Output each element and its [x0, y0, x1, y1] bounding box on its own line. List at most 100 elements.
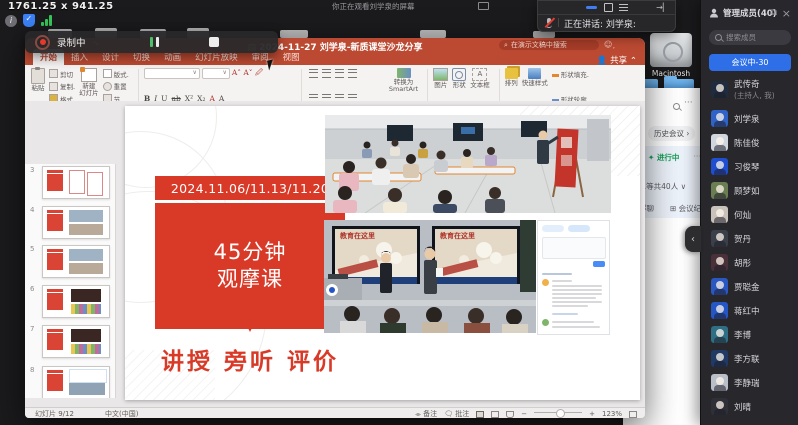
- paste-button[interactable]: 粘贴: [31, 68, 45, 104]
- slide-thumbnail[interactable]: [42, 206, 110, 239]
- thumb-number: 6: [30, 285, 34, 293]
- thumb-number: 3: [30, 166, 34, 174]
- slide-caption: 讲授 旁听 评价: [135, 342, 365, 376]
- members-panel-title: 管理成员(40): [723, 7, 777, 19]
- info-icon[interactable]: i: [5, 15, 17, 27]
- member-row[interactable]: 顾梦如: [711, 182, 795, 199]
- maximize-icon[interactable]: [604, 3, 613, 12]
- collapse-to-edge-icon[interactable]: →▏: [656, 3, 669, 12]
- slide-thumbnail-panel[interactable]: 3 4 5 6 7 8 9 10: [25, 164, 116, 398]
- screen: 1761.25 x 941.25 i 你正在观看刘学泉的屏幕 Macintosh…: [0, 0, 798, 425]
- svg-text:教育在这里: 教育在这里: [339, 231, 375, 240]
- member-row[interactable]: 胡彤: [711, 254, 795, 271]
- avatar: [711, 350, 728, 367]
- paste-icon: [31, 68, 45, 84]
- avatar: [711, 182, 728, 199]
- member-row[interactable]: 贺丹: [711, 230, 795, 247]
- pointer-coordinates-overlay: 1761.25 x 941.25: [8, 1, 114, 12]
- avatar: [711, 230, 728, 247]
- fit-slide-icon[interactable]: [629, 411, 637, 418]
- signal-bars-icon: [41, 15, 53, 26]
- slide-thumbnail[interactable]: [42, 166, 110, 199]
- indent-decrease-icon[interactable]: [335, 69, 344, 78]
- search-icon[interactable]: [673, 103, 680, 110]
- svg-text:教育在这里: 教育在这里: [439, 231, 475, 240]
- avatar: [711, 254, 728, 271]
- notes-button[interactable]: ⌯ 备注: [415, 409, 437, 418]
- layout-button[interactable]: 版式 ˯: [103, 69, 129, 78]
- avatar: [711, 158, 728, 175]
- tab-view[interactable]: 视图: [276, 49, 307, 65]
- thumb-number: 8: [30, 366, 34, 374]
- presentation-photo: 教育在这里 教育在这里: [324, 220, 536, 333]
- member-row[interactable]: 李博: [711, 326, 795, 343]
- feedback-smiley-icon[interactable]: ☺˯: [604, 40, 615, 49]
- smartart-button[interactable]: 转换为SmartArt: [389, 68, 418, 104]
- zoom-in-button[interactable]: +: [589, 410, 595, 418]
- textbox-icon: A: [472, 68, 487, 81]
- bullets-icon[interactable]: [309, 69, 318, 78]
- ppt-search-box[interactable]: ⌕ 在演示文稿中搜索: [499, 40, 599, 50]
- popout-panel-icon[interactable]: ⧉: [771, 8, 777, 18]
- slide-sorter-icon[interactable]: [491, 411, 499, 418]
- minimize-icon[interactable]: [586, 6, 597, 9]
- slide-thumbnail[interactable]: [42, 366, 110, 398]
- member-row[interactable]: 贾聪金: [711, 278, 795, 295]
- numbering-icon[interactable]: [322, 69, 331, 78]
- member-row[interactable]: 蒋红中: [711, 302, 795, 319]
- now-speaking-popup: →▏ 正在讲话: 刘学泉:: [537, 0, 676, 32]
- member-row[interactable]: 习俊琴: [711, 158, 795, 175]
- avatar: [711, 278, 728, 295]
- picture-button[interactable]: 图片: [433, 68, 448, 104]
- new-slide-button[interactable]: 新建幻灯片: [79, 68, 99, 104]
- background-window: [420, 30, 446, 38]
- member-row[interactable]: 李静瑞: [711, 374, 795, 391]
- slide-canvas[interactable]: 2024.11.06/11.13/11.20 45分钟 观摩课 讲授 旁听 评价: [125, 106, 640, 400]
- slide-thumbnail[interactable]: [42, 245, 110, 278]
- ppt-status-bar: 幻灯片 9/12 中文(中国) ⌯ 备注 🗨 批注 − + 123%: [25, 407, 645, 418]
- panel-collapse-handle[interactable]: ‹: [685, 226, 701, 252]
- stop-recording-button[interactable]: [209, 37, 219, 47]
- in-meeting-filter-button[interactable]: 会议中-30: [709, 54, 791, 71]
- zoom-slider[interactable]: [534, 412, 582, 413]
- members-panel: 管理成员(40) ⧉ × 搜索成员 会议中-30 武传奇(主持人, 我) 刘学泉…: [700, 0, 798, 425]
- zoom-percentage[interactable]: 123%: [602, 410, 622, 418]
- copy-button[interactable]: 复制 ˯: [49, 82, 75, 91]
- display-icon: [478, 2, 489, 10]
- pause-recording-button[interactable]: [150, 37, 159, 47]
- member-row[interactable]: 刘学泉: [711, 110, 795, 127]
- history-meetings-pill[interactable]: 历史会议 ›: [648, 126, 695, 141]
- close-panel-icon[interactable]: ×: [782, 7, 791, 20]
- comments-button[interactable]: 🗨 批注: [444, 409, 469, 418]
- indent-increase-icon[interactable]: [348, 69, 357, 78]
- slide-thumbnail[interactable]: [42, 325, 110, 358]
- member-row[interactable]: 李方联: [711, 350, 795, 367]
- font-family-dropdown[interactable]: [144, 68, 200, 79]
- mic-muted-icon[interactable]: [544, 17, 554, 29]
- font-size-dropdown[interactable]: [202, 68, 230, 79]
- menu-icon[interactable]: [619, 7, 628, 8]
- textbox-button[interactable]: A文本框: [470, 68, 490, 104]
- quick-styles-button[interactable]: 快速样式: [522, 68, 548, 104]
- powerpoint-window: ▢ ↶ ↷ ▤ 2024-11-27 刘学泉-新质课堂沙龙分享 ⌕ 在演示文稿中…: [25, 38, 645, 418]
- member-row[interactable]: 何灿: [711, 206, 795, 223]
- member-search-input[interactable]: 搜索成员: [709, 30, 791, 45]
- article-comments-screenshot: [537, 220, 610, 335]
- reset-button[interactable]: 重置: [103, 82, 129, 91]
- normal-view-icon[interactable]: [476, 411, 484, 418]
- member-row[interactable]: 陈佳俊: [711, 134, 795, 151]
- arrange-button[interactable]: 排列: [505, 68, 518, 104]
- shapes-button[interactable]: 形状: [452, 68, 466, 104]
- slideshow-icon[interactable]: [506, 411, 514, 418]
- zoom-out-button[interactable]: −: [521, 410, 527, 418]
- member-row[interactable]: 武传奇(主持人, 我): [711, 78, 795, 101]
- search-icon: [715, 34, 722, 41]
- member-row[interactable]: 刘晴: [711, 398, 795, 415]
- slide-thumbnail[interactable]: [42, 285, 110, 318]
- cut-button[interactable]: 剪切: [49, 69, 75, 78]
- shape-fill-button[interactable]: 形状填充 ˯: [552, 69, 606, 78]
- more-icon[interactable]: ···: [684, 98, 693, 108]
- shield-icon[interactable]: [23, 14, 35, 27]
- language-indicator[interactable]: 中文(中国): [105, 409, 138, 418]
- arrange-icon: [505, 68, 518, 79]
